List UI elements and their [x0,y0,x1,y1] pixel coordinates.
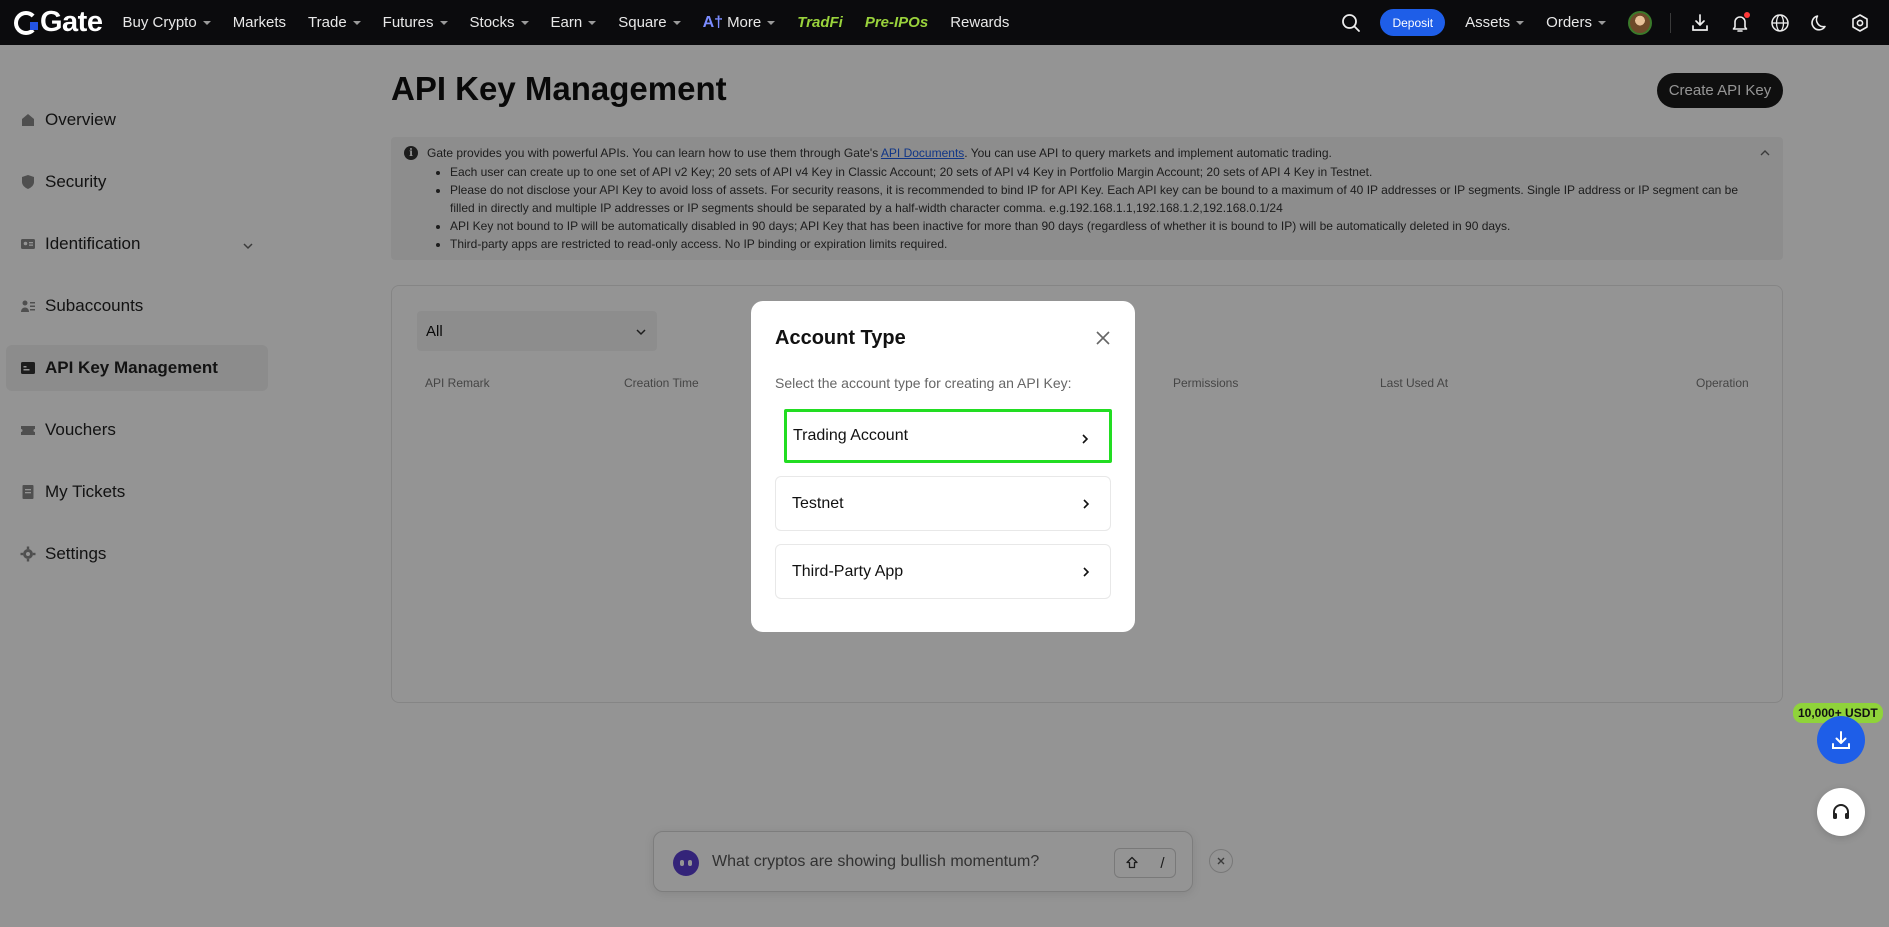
search-icon[interactable] [1340,12,1362,34]
modal-description: Select the account type for creating an … [775,375,1072,391]
notification-dot [1744,11,1750,18]
nav-label: Trade [308,14,347,31]
ai-sparkle-icon: A† [702,13,724,31]
chevron-right-icon [1080,565,1092,583]
nav-markets[interactable]: Markets [233,14,286,31]
nav-label: Assets [1465,14,1511,31]
caret-down-icon [1516,20,1525,25]
third-party-app-option[interactable]: Third-Party App [775,544,1111,599]
nav-label: Stocks [469,14,515,31]
nav-label: Futures [382,14,434,31]
nav-more[interactable]: A† More [703,14,776,32]
nav-earn[interactable]: Earn [551,14,597,31]
nav-pre-ipos[interactable]: Pre-IPOs [865,14,928,31]
nav-menu: Buy Crypto Markets Trade Futures Stocks … [122,14,1031,32]
nav-assets[interactable]: Assets [1465,14,1525,31]
nav-stocks[interactable]: Stocks [470,14,529,31]
divider [1670,12,1671,33]
settings-hex-icon[interactable] [1849,12,1871,34]
nav-futures[interactable]: Futures [383,14,448,31]
gate-logo[interactable]: Gate [14,6,103,39]
support-button[interactable] [1817,788,1865,836]
nav-square[interactable]: Square [618,14,681,31]
nav-label: Square [618,14,667,31]
top-navigation: Gate Buy Crypto Markets Trade Futures St… [0,0,1889,45]
download-icon[interactable] [1689,12,1711,34]
brand-name: Gate [40,6,103,38]
chevron-right-icon [1080,497,1092,515]
nav-label: TradFi [797,14,843,31]
download-icon [1832,731,1850,749]
headset-icon [1833,804,1849,819]
caret-down-icon [588,20,597,25]
nav-trade[interactable]: Trade [308,14,361,31]
gate-logo-icon [14,10,38,35]
avatar[interactable] [1628,10,1652,35]
nav-buy-crypto[interactable]: Buy Crypto [122,14,211,31]
nav-orders[interactable]: Orders [1546,14,1606,31]
option-label: Trading Account [793,427,909,444]
nav-right-tools: Deposit Assets Orders [1340,0,1889,45]
nav-label: More [727,14,762,31]
option-label: Testnet [792,494,844,512]
download-app-button[interactable] [1817,716,1865,764]
nav-label: Earn [550,14,583,31]
caret-down-icon [439,20,448,25]
nav-tradfi[interactable]: TradFi [797,14,843,31]
account-type-modal: Account Type Select the account type for… [751,301,1135,632]
caret-down-icon [520,20,529,25]
caret-down-icon [767,20,776,25]
nav-label: Orders [1546,14,1592,31]
chevron-right-icon [1079,432,1091,450]
moon-icon[interactable] [1809,12,1831,34]
caret-down-icon [672,20,681,25]
trading-account-option[interactable]: Trading Account [784,409,1112,463]
modal-title: Account Type [775,327,906,349]
option-label: Third-Party App [792,562,904,580]
close-icon [1096,331,1110,345]
nav-label: Buy Crypto [122,14,197,31]
deposit-button[interactable]: Deposit [1380,9,1446,36]
testnet-option[interactable]: Testnet [775,476,1111,531]
caret-down-icon [1598,20,1606,25]
nav-label: Markets [232,14,287,31]
close-modal-button[interactable] [1095,330,1111,346]
globe-icon[interactable] [1769,12,1791,34]
caret-down-icon [202,20,211,25]
nav-label: Rewards [950,14,1010,31]
caret-down-icon [352,20,361,25]
bell-icon[interactable] [1729,11,1751,34]
nav-label: Pre-IPOs [864,14,929,31]
nav-rewards[interactable]: Rewards [950,14,1009,31]
